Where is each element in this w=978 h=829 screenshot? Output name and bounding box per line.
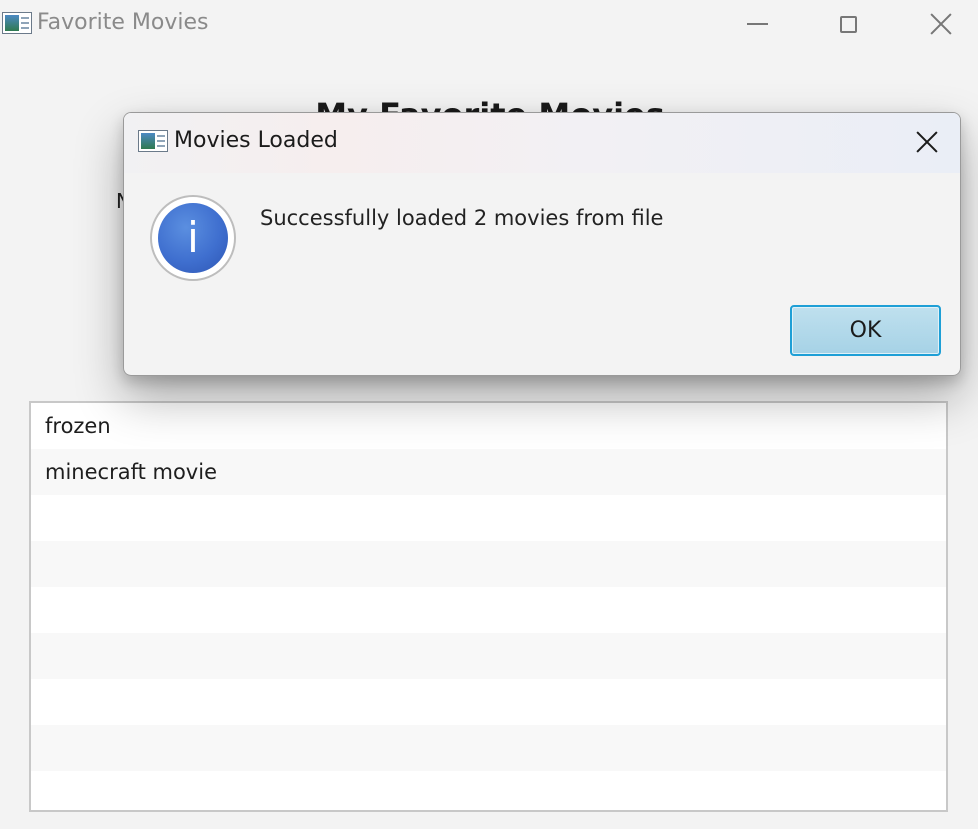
app-window-icon <box>2 12 32 34</box>
list-item[interactable] <box>31 771 946 810</box>
ok-button[interactable]: OK <box>790 305 941 356</box>
dialog-message: Successfully loaded 2 movies from file <box>260 206 664 230</box>
movies-loaded-dialog: Movies Loaded i Successfully loaded 2 mo… <box>123 112 961 376</box>
maximize-icon <box>839 15 857 33</box>
list-item[interactable] <box>31 633 946 679</box>
list-item[interactable] <box>31 495 946 541</box>
list-item[interactable]: frozen <box>31 403 946 449</box>
list-item[interactable] <box>31 679 946 725</box>
movie-list[interactable]: frozen minecraft movie <box>29 401 948 812</box>
dialog-titlebar[interactable]: Movies Loaded <box>124 113 960 173</box>
list-item[interactable] <box>31 587 946 633</box>
window-titlebar[interactable]: Favorite Movies <box>0 0 978 48</box>
close-icon <box>930 13 952 35</box>
close-icon <box>916 131 938 153</box>
dialog-close-button[interactable] <box>904 119 950 165</box>
close-window-button[interactable] <box>918 0 964 48</box>
list-item[interactable]: minecraft movie <box>31 449 946 495</box>
dialog-title: Movies Loaded <box>174 128 338 153</box>
list-item[interactable] <box>31 541 946 587</box>
minimize-button[interactable] <box>734 0 780 48</box>
list-item[interactable] <box>31 725 946 771</box>
info-icon: i <box>150 195 236 281</box>
window-title: Favorite Movies <box>37 10 209 35</box>
dialog-app-icon <box>138 130 168 152</box>
maximize-button[interactable] <box>825 0 871 48</box>
minimize-icon <box>746 23 768 25</box>
